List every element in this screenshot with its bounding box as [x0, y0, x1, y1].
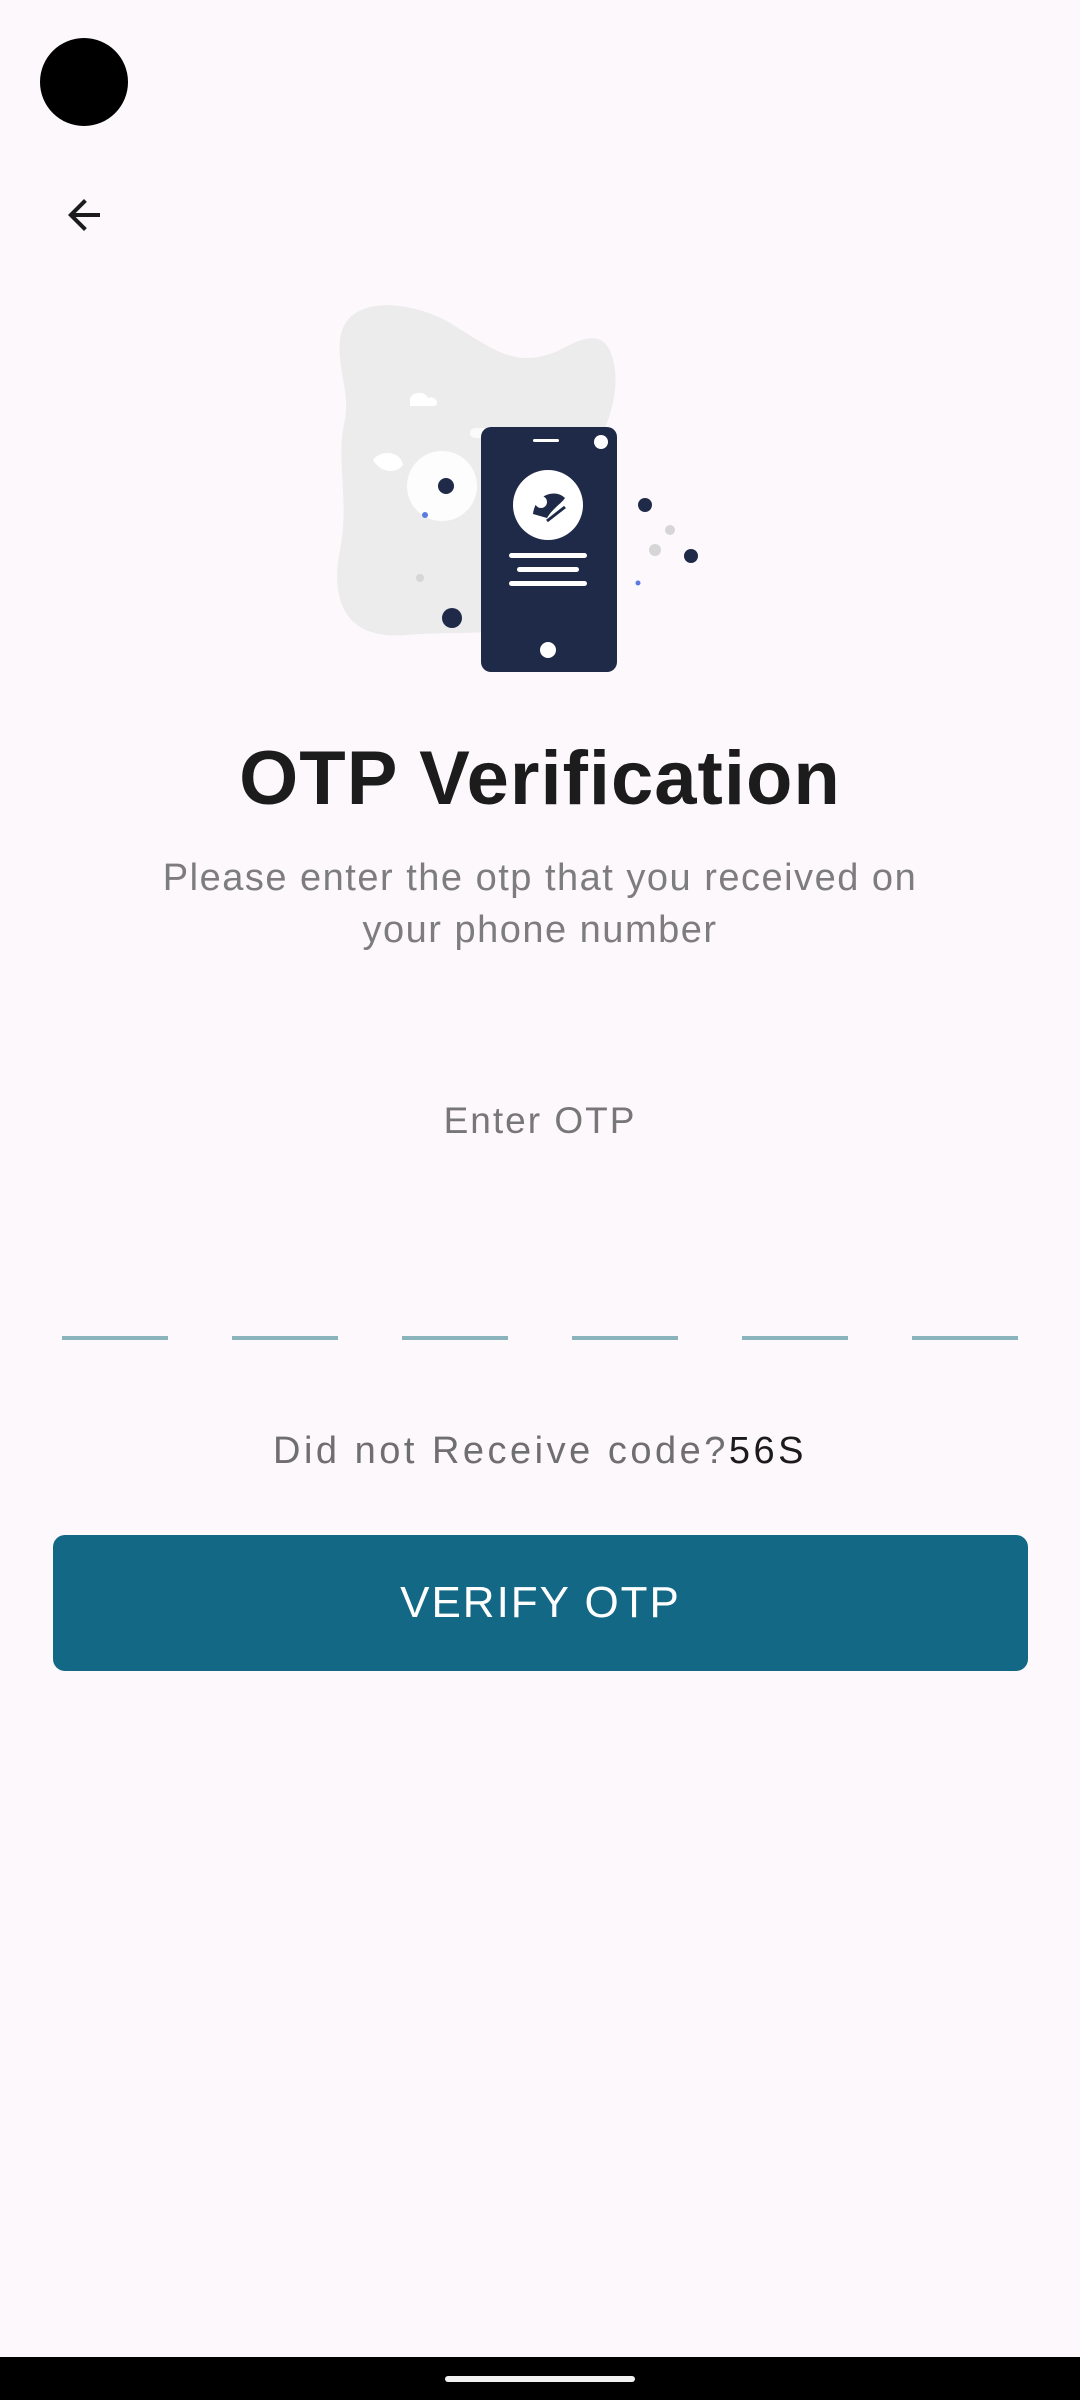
phone-otp-illustration	[337, 305, 698, 672]
home-gesture-handle[interactable]	[445, 2376, 635, 2382]
resend-text: Did not Receive code?	[273, 1430, 729, 1472]
otp-digit-4[interactable]	[572, 1276, 678, 1340]
otp-digit-6[interactable]	[912, 1276, 1018, 1340]
resend-timer: 56S	[728, 1430, 807, 1472]
otp-digit-5[interactable]	[742, 1276, 848, 1340]
resend-code-link[interactable]: Did not Receive code?56S	[0, 1430, 1080, 1473]
otp-input-group	[62, 1270, 1018, 1340]
otp-digit-3[interactable]	[402, 1276, 508, 1340]
otp-digit-2[interactable]	[232, 1276, 338, 1340]
arrow-left-icon	[68, 199, 100, 231]
page-title: OTP Verification	[239, 736, 841, 821]
back-button[interactable]	[44, 175, 124, 255]
status-bar	[0, 0, 1080, 126]
otp-digit-1[interactable]	[62, 1276, 168, 1340]
camera-cutout	[40, 38, 128, 126]
page-subtitle: Please enter the otp that you received o…	[162, 857, 918, 951]
otp-label: Enter OTP	[443, 1100, 637, 1141]
verify-otp-button[interactable]: VERIFY OTP	[53, 1535, 1028, 1671]
